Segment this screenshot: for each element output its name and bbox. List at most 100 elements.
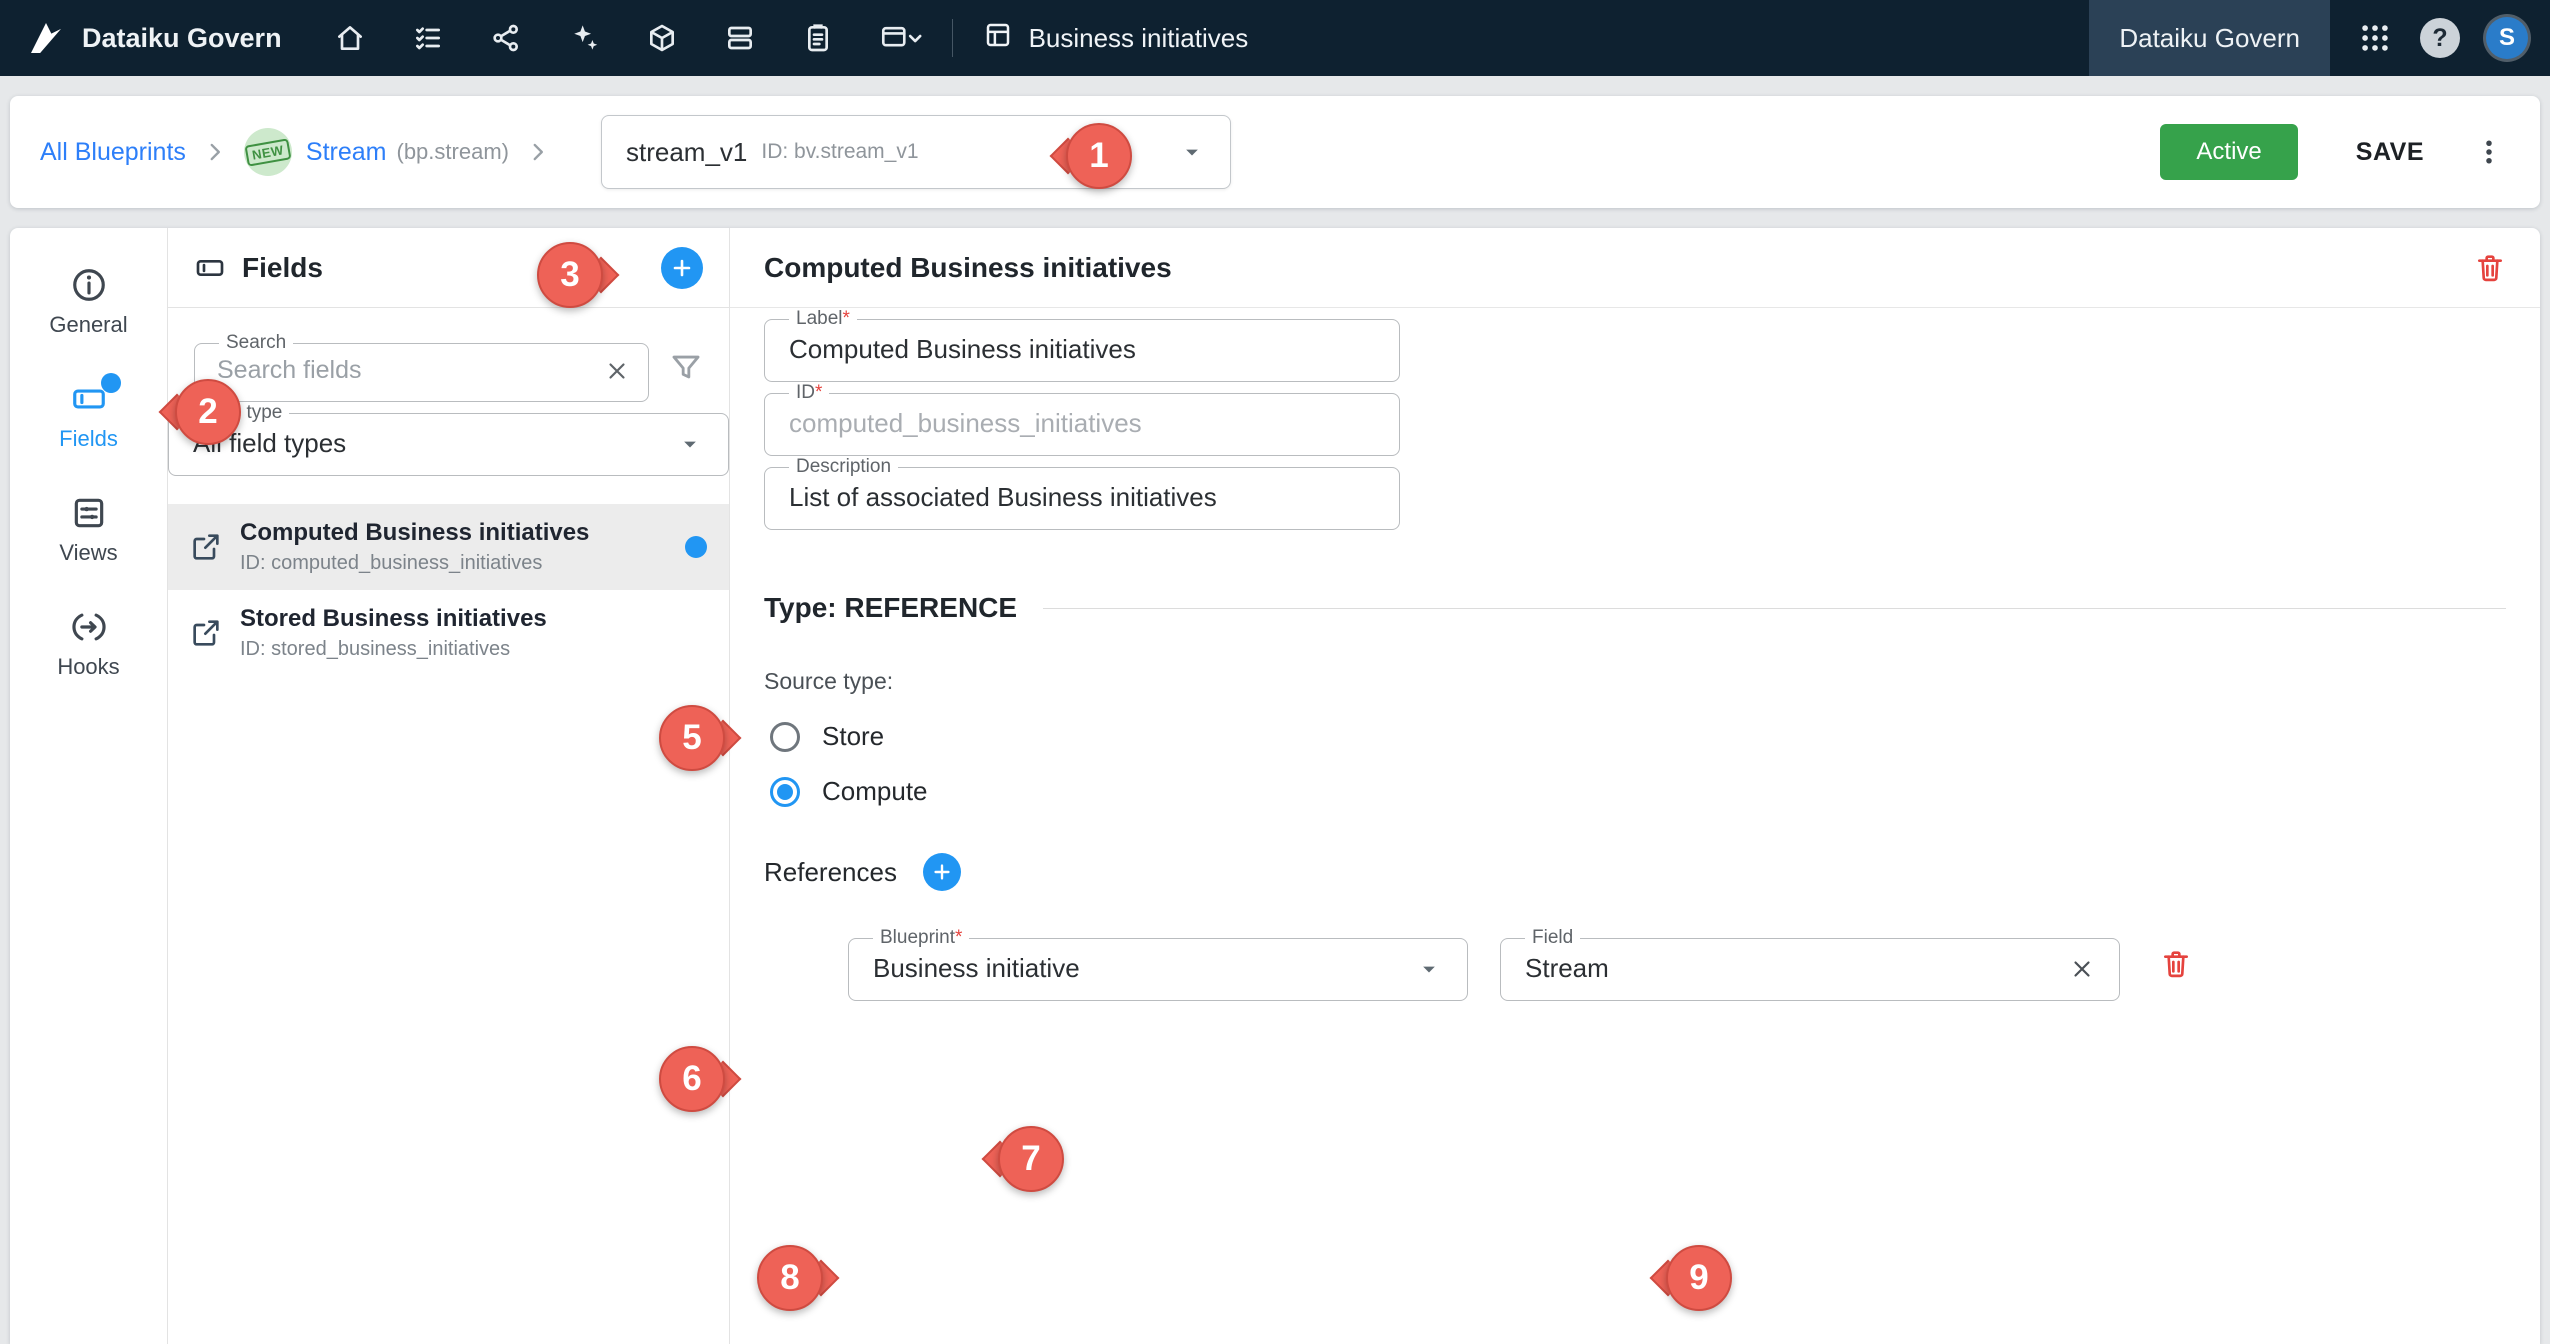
description-value: List of associated Business initiatives	[789, 482, 1217, 513]
fields-panel-title: Fields	[242, 252, 323, 284]
reference-fields-row: Blueprint* Business initiative Field Str…	[848, 927, 2506, 1001]
radio-compute[interactable]: Compute	[764, 776, 2506, 807]
page-icon	[983, 20, 1013, 57]
app-title: Dataiku Govern	[82, 23, 282, 54]
page-title: Business initiatives	[1029, 23, 1249, 54]
app-root: Dataiku Govern	[0, 0, 2550, 1344]
list-item-computed-business-initiatives[interactable]: Computed Business initiatives ID: comput…	[168, 504, 729, 590]
search-fieldset[interactable]: Search	[194, 332, 649, 402]
clear-field-icon[interactable]	[2069, 956, 2095, 982]
blueprint-value: Business initiative	[873, 953, 1080, 984]
field-icon	[194, 252, 226, 284]
sidebar-item-label: Hooks	[57, 654, 119, 680]
fields-panel: Fields Search	[168, 228, 730, 1344]
topbar-divider	[952, 19, 953, 57]
list-item-title: Computed Business initiatives	[240, 519, 589, 547]
home-icon[interactable]	[334, 22, 366, 54]
delete-reference-icon[interactable]	[2160, 948, 2192, 980]
id-input: ID* computed_business_initiatives	[764, 382, 1400, 456]
chevron-right-icon	[525, 139, 551, 165]
sidebar-item-hooks[interactable]: Hooks	[10, 594, 167, 694]
radio-store-control[interactable]	[770, 722, 800, 752]
field-type-value: All field types	[193, 428, 346, 459]
apps-grid-icon[interactable]	[2358, 21, 2392, 55]
add-reference-button[interactable]	[923, 853, 961, 891]
search-label: Search	[226, 332, 286, 353]
active-status-button[interactable]: Active	[2160, 124, 2297, 180]
external-link-icon	[190, 531, 222, 563]
help-button[interactable]: ?	[2420, 18, 2460, 58]
version-name: stream_v1	[626, 137, 747, 168]
sidebar-item-views[interactable]: Views	[10, 480, 167, 580]
views-icon	[70, 494, 108, 532]
field-select[interactable]: Field Stream	[1500, 927, 2120, 1001]
save-button[interactable]: SAVE	[2350, 137, 2430, 168]
left-rail: General Fields Views Hooks	[10, 228, 168, 1344]
sidebar-item-label: General	[49, 312, 127, 338]
sidebar-item-label: Fields	[59, 426, 118, 452]
type-heading-row: Type: REFERENCE	[764, 592, 2506, 624]
info-icon	[70, 266, 108, 304]
list-item-title: Stored Business initiatives	[240, 605, 547, 633]
references-row: References	[764, 853, 2506, 891]
window-dropdown-icon[interactable]	[880, 22, 922, 54]
env-switcher[interactable]: Dataiku Govern	[2089, 0, 2330, 76]
body-card: General Fields Views Hooks	[10, 228, 2540, 1344]
content-title: Computed Business initiatives	[764, 252, 1172, 284]
external-link-icon	[190, 617, 222, 649]
chevron-down-icon	[676, 430, 704, 458]
rows-icon[interactable]	[724, 22, 756, 54]
graph-icon[interactable]	[490, 22, 522, 54]
list-item-text: Computed Business initiatives ID: comput…	[240, 519, 589, 575]
radio-store[interactable]: Store	[764, 721, 2506, 752]
label-input[interactable]: Label* Computed Business initiatives	[764, 308, 1400, 382]
main-content: Computed Business initiatives Label* Com…	[730, 228, 2540, 1344]
breadcrumb-all-blueprints[interactable]: All Blueprints	[40, 138, 186, 167]
description-input[interactable]: Description List of associated Business …	[764, 456, 1400, 530]
cube-icon[interactable]	[646, 22, 678, 54]
sidebar-item-fields[interactable]: Fields	[10, 366, 167, 466]
filter-funnel-icon[interactable]	[669, 350, 703, 384]
breadcrumb-blueprint[interactable]: Stream	[306, 138, 387, 167]
clipboard-icon[interactable]	[802, 22, 834, 54]
breadcrumb-blueprint-id: (bp.stream)	[397, 139, 509, 165]
type-heading: Type: REFERENCE	[764, 592, 1017, 624]
sparkles-icon[interactable]	[568, 22, 600, 54]
delete-field-icon[interactable]	[2474, 252, 2506, 284]
version-select[interactable]: stream_v1 ID: bv.stream_v1	[601, 115, 1231, 189]
divider	[1043, 608, 2506, 609]
topbar: Dataiku Govern	[0, 0, 2550, 76]
user-avatar[interactable]: S	[2486, 17, 2528, 59]
list-item-id: ID: computed_business_initiatives	[240, 552, 589, 575]
hooks-icon	[70, 608, 108, 646]
references-label: References	[764, 857, 897, 888]
more-options-icon[interactable]	[2468, 136, 2510, 168]
dataiku-logo-icon[interactable]	[26, 18, 66, 58]
topbar-nav	[334, 22, 922, 54]
checklist-icon[interactable]	[412, 22, 444, 54]
fields-list: Computed Business initiatives ID: comput…	[168, 504, 729, 676]
chevron-down-icon	[1415, 955, 1443, 983]
field-value: Stream	[1525, 953, 1609, 984]
breadcrumb-bar: All Blueprints NEW Stream (bp.stream) st…	[10, 96, 2540, 208]
field-type-select[interactable]: Field type All field types	[168, 402, 729, 476]
radio-compute-control[interactable]	[770, 777, 800, 807]
search-input[interactable]	[213, 356, 604, 385]
search-row: Search	[194, 332, 703, 402]
blueprint-select[interactable]: Blueprint* Business initiative	[848, 927, 1468, 1001]
chevron-down-icon	[1178, 138, 1206, 166]
sidebar-item-general[interactable]: General	[10, 252, 167, 352]
add-field-button[interactable]	[661, 247, 703, 289]
sidebar-item-label: Views	[59, 540, 117, 566]
current-page[interactable]: Business initiatives	[983, 20, 1249, 57]
clear-search-icon[interactable]	[604, 358, 630, 384]
new-badge-icon: NEW	[244, 128, 292, 176]
content-header: Computed Business initiatives	[730, 228, 2540, 308]
topbar-right: Dataiku Govern ? S	[2089, 0, 2550, 76]
field-icon	[70, 380, 108, 418]
list-item-stored-business-initiatives[interactable]: Stored Business initiatives ID: stored_b…	[168, 590, 729, 676]
chevron-right-icon	[202, 139, 228, 165]
source-type-label: Source type:	[764, 668, 2506, 695]
list-item-text: Stored Business initiatives ID: stored_b…	[240, 605, 547, 661]
version-id: ID: bv.stream_v1	[761, 140, 918, 164]
